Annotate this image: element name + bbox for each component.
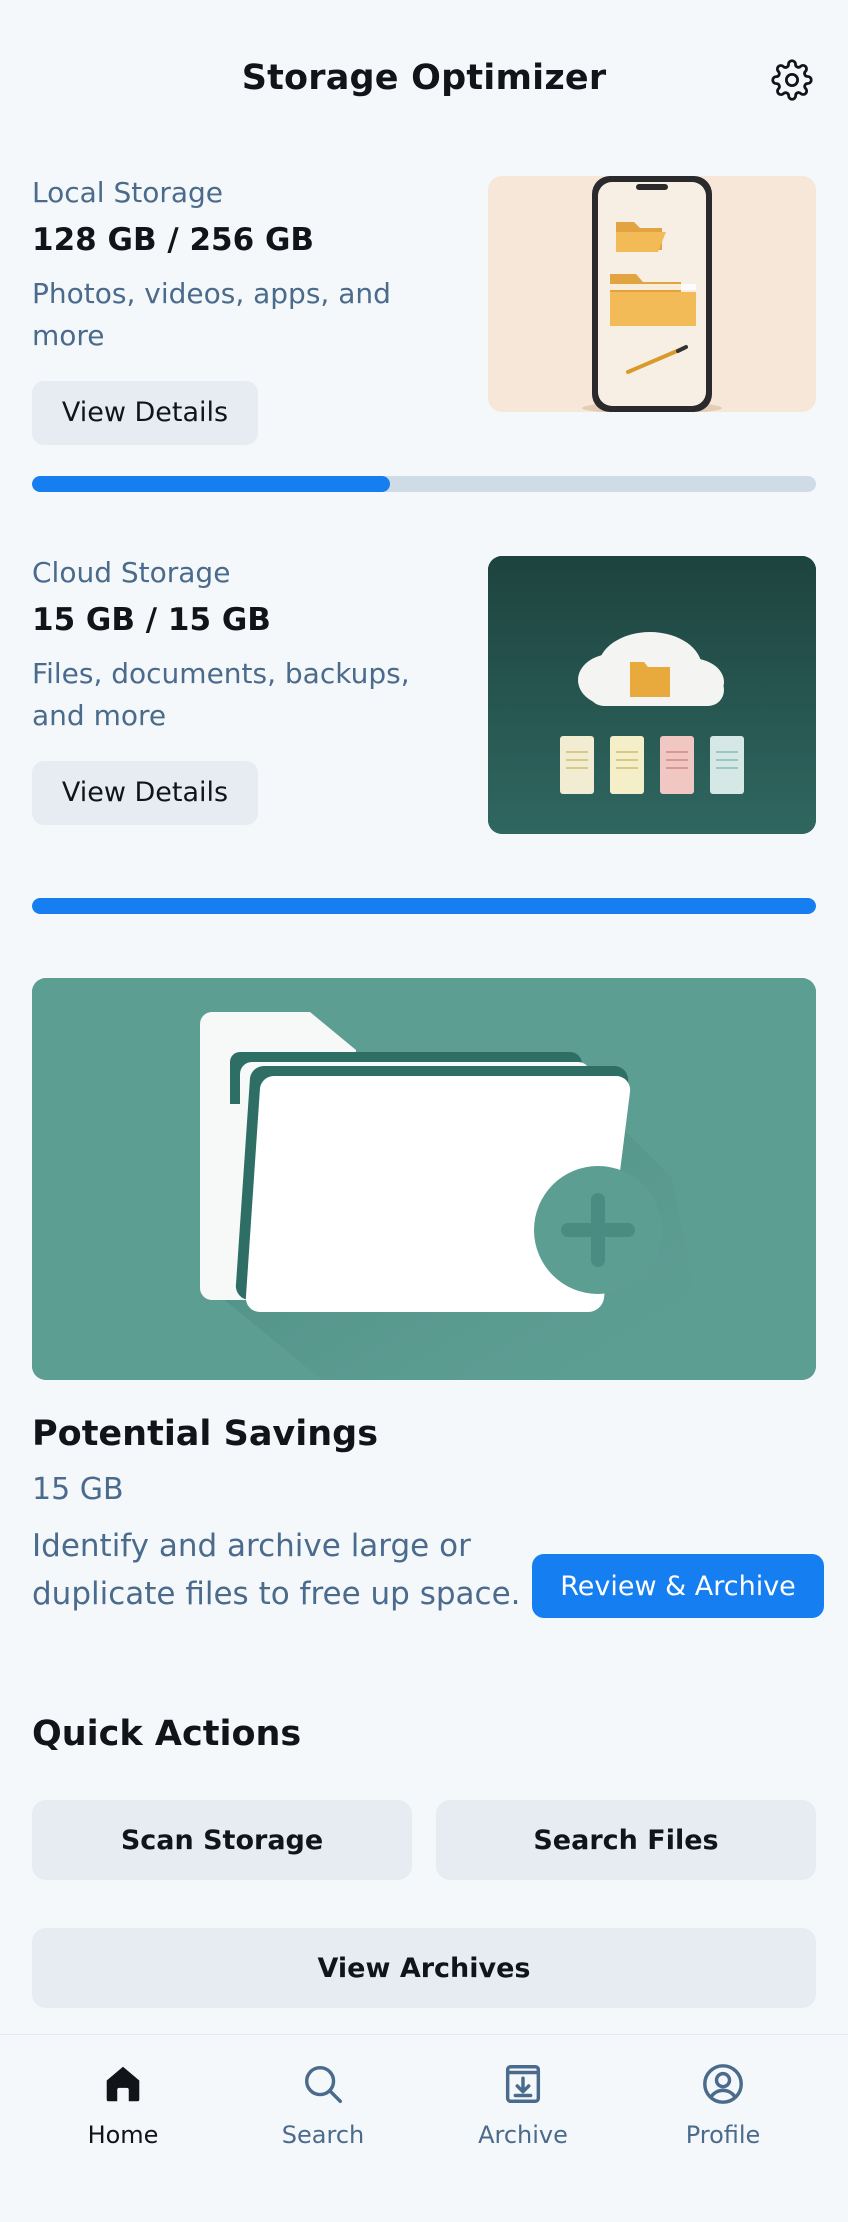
cloud-storage-progress xyxy=(32,898,816,914)
savings-title: Potential Savings xyxy=(32,1414,379,1454)
bottom-nav: Home Search Archive Profile xyxy=(0,2034,848,2222)
page-title: Storage Optimizer xyxy=(241,58,607,98)
app-root: Storage Optimizer Local Storage 128 GB /… xyxy=(0,0,848,2222)
scan-storage-button[interactable]: Scan Storage xyxy=(32,1800,412,1880)
nav-label-search: Search xyxy=(281,2121,365,2149)
settings-button[interactable] xyxy=(768,56,816,104)
archive-icon xyxy=(505,2065,541,2103)
savings-description: Identify and archive large or duplicate … xyxy=(32,1528,521,1613)
gear-icon xyxy=(771,59,813,101)
local-storage-label: Local Storage xyxy=(32,176,224,209)
nav-item-home[interactable]: Home xyxy=(23,2061,223,2181)
local-storage-image xyxy=(488,176,816,412)
app-header: Storage Optimizer xyxy=(0,0,848,160)
review-archive-button[interactable]: Review & Archive xyxy=(532,1554,824,1618)
local-storage-progress xyxy=(32,476,816,492)
search-icon xyxy=(304,2065,342,2103)
profile-icon xyxy=(703,2064,743,2104)
cloud-storage-description: Files, documents, backups, and more xyxy=(32,656,410,732)
local-storage-progress-fill xyxy=(32,476,391,492)
nav-label-home: Home xyxy=(87,2121,159,2149)
nav-label-archive: Archive xyxy=(478,2121,568,2149)
search-files-button[interactable]: Search Files xyxy=(436,1800,816,1880)
cloud-storage-amount: 15 GB / 15 GB xyxy=(32,601,271,638)
local-storage-card: Local Storage 128 GB / 256 GB Photos, vi… xyxy=(32,176,816,445)
cloud-storage-progress-fill xyxy=(32,898,816,914)
nav-item-archive[interactable]: Archive xyxy=(423,2061,623,2181)
nav-item-profile[interactable]: Profile xyxy=(623,2061,823,2181)
local-storage-description: Photos, videos, apps, and more xyxy=(32,276,391,352)
local-storage-info: Local Storage 128 GB / 256 GB Photos, vi… xyxy=(32,176,462,445)
savings-illustration xyxy=(32,978,816,1380)
local-view-details-button[interactable]: View Details xyxy=(32,380,258,445)
nav-item-search[interactable]: Search xyxy=(223,2061,423,2181)
cloud-view-details-button[interactable]: View Details xyxy=(32,760,258,825)
cloud-storage-image xyxy=(488,556,816,834)
quick-actions-title: Quick Actions xyxy=(32,1714,302,1754)
nav-label-profile: Profile xyxy=(685,2121,761,2149)
cloud-storage-label: Cloud Storage xyxy=(32,556,231,589)
home-icon xyxy=(106,2066,140,2102)
cloud-storage-info: Cloud Storage 15 GB / 15 GB Files, docum… xyxy=(32,556,462,825)
cloud-storage-card: Cloud Storage 15 GB / 15 GB Files, docum… xyxy=(32,556,816,836)
local-storage-amount: 128 GB / 256 GB xyxy=(32,221,315,258)
savings-amount: 15 GB xyxy=(32,1472,124,1507)
view-archives-button[interactable]: View Archives xyxy=(32,1928,816,2008)
